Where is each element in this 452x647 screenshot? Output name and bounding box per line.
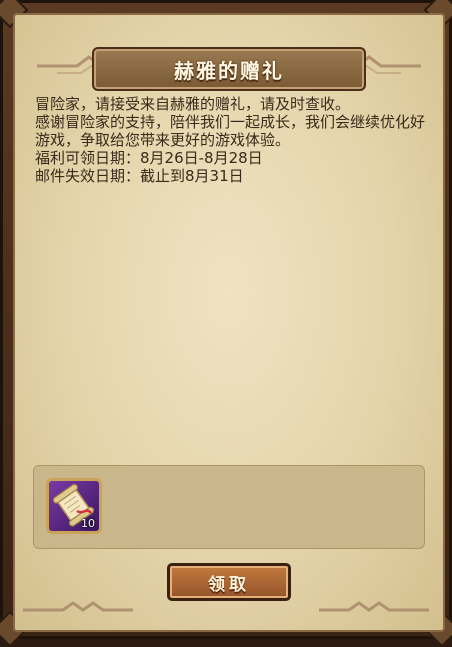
thanks-text: 感谢冒险家的支持，陪伴我们一起成长，我们会继续优化好游戏，争取给您带来更好的游戏… <box>35 113 426 149</box>
item-count: 10 <box>81 517 95 530</box>
expiry-text: 邮件失效日期：截止到8月31日 <box>35 167 244 185</box>
bottom-ornament-left <box>23 601 133 612</box>
bottom-ornament-right <box>319 601 429 612</box>
dialog-title-banner: 赫雅的赠礼 <box>92 47 366 91</box>
reward-item-slot[interactable]: 10 <box>46 478 102 534</box>
mail-body: 冒险家，请接受来自赫雅的赠礼，请及时查收。 感谢冒险家的支持，陪伴我们一起成长，… <box>35 95 425 185</box>
claim-period-text: 福利可领日期：8月26日-8月28日 <box>35 149 263 167</box>
reward-panel: 10 <box>33 465 425 549</box>
claim-button-label: 领取 <box>208 574 250 595</box>
claim-button[interactable]: 领取 <box>167 563 291 601</box>
greeting-text: 冒险家，请接受来自赫雅的赠礼，请及时查收。 <box>35 95 351 113</box>
dialog-title: 赫雅的赠礼 <box>174 58 284 83</box>
mail-dialog-frame: 赫雅的赠礼 冒险家，请接受来自赫雅的赠礼，请及时查收。 感谢冒险家的支持，陪伴我… <box>0 0 452 647</box>
